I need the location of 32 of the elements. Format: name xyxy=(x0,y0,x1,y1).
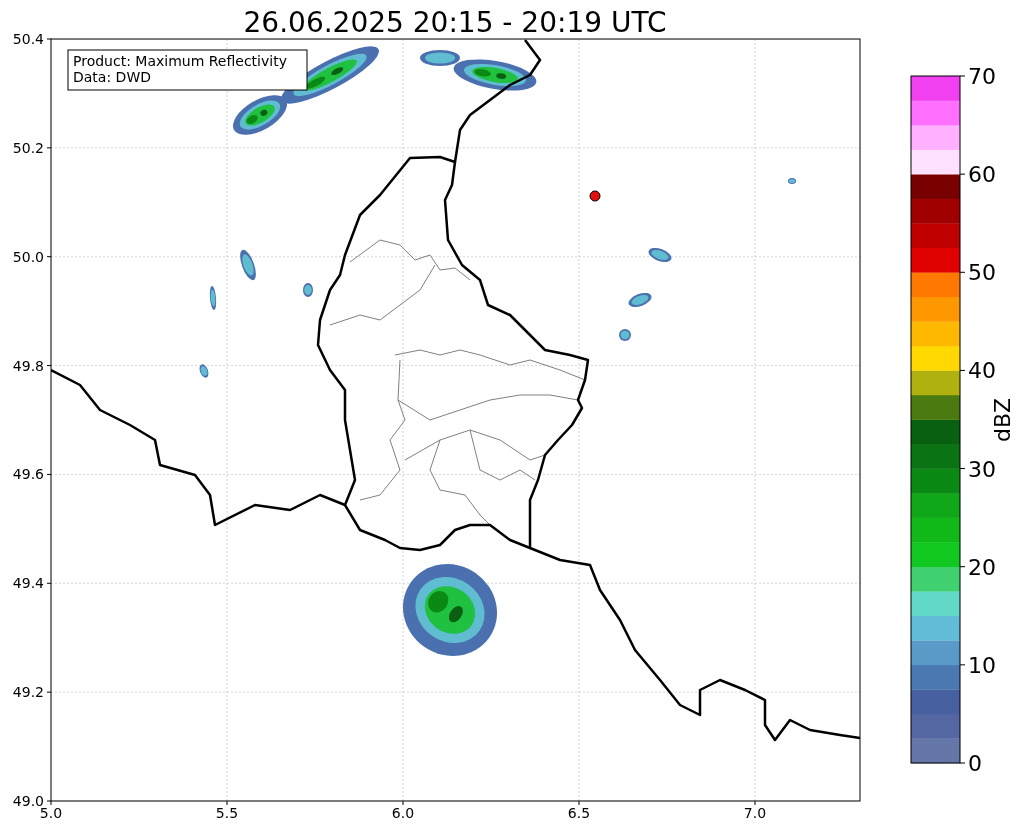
x-tick-label: 5.5 xyxy=(215,805,239,821)
info-text: Product: Maximum Reflectivity xyxy=(73,53,287,69)
colorbar-tick-label: 50 xyxy=(968,260,996,286)
y-tick-label: 49.6 xyxy=(12,466,44,483)
radar-echo-drawing xyxy=(240,249,256,281)
colorbar-tick-label: 30 xyxy=(968,456,996,482)
radar-echo-drawing xyxy=(788,178,796,184)
radar-echo-drawing xyxy=(648,248,672,262)
x-tick-label: 6.5 xyxy=(567,805,591,821)
y-tick-label: 50.2 xyxy=(12,139,44,156)
colorbar-label: dBZ xyxy=(990,397,1015,443)
info-text: Data: DWD xyxy=(73,69,151,85)
x-tick-label: 7.0 xyxy=(743,805,767,821)
colorbar-tick-label: 10 xyxy=(968,652,996,678)
radar-echo-drawing xyxy=(199,364,209,378)
colorbar-tick-label: 20 xyxy=(968,554,996,580)
x-tick-label: 6.0 xyxy=(391,805,415,821)
y-tick-label: 49.2 xyxy=(12,684,44,701)
chart-title: 26.06.2025 20:15 - 20:19 UTC xyxy=(243,6,667,39)
radar-echo-drawing xyxy=(209,286,217,310)
colorbar-tick-label: 60 xyxy=(968,162,996,188)
y-tick-label: 50.0 xyxy=(12,248,44,265)
radar-echo-drawing xyxy=(628,293,652,307)
y-tick-label: 50.4 xyxy=(12,31,44,47)
radar-echo-drawing xyxy=(619,329,631,341)
y-tick-label: 49.8 xyxy=(12,357,44,374)
y-tick-label: 49.4 xyxy=(12,575,44,592)
colorbar-tick-label: 0 xyxy=(968,751,982,776)
radar-echo-drawing xyxy=(303,283,313,297)
location-marker xyxy=(589,190,601,202)
colorbar-tick-label: 70 xyxy=(968,64,996,89)
colorbar-tick-label: 40 xyxy=(968,358,996,384)
